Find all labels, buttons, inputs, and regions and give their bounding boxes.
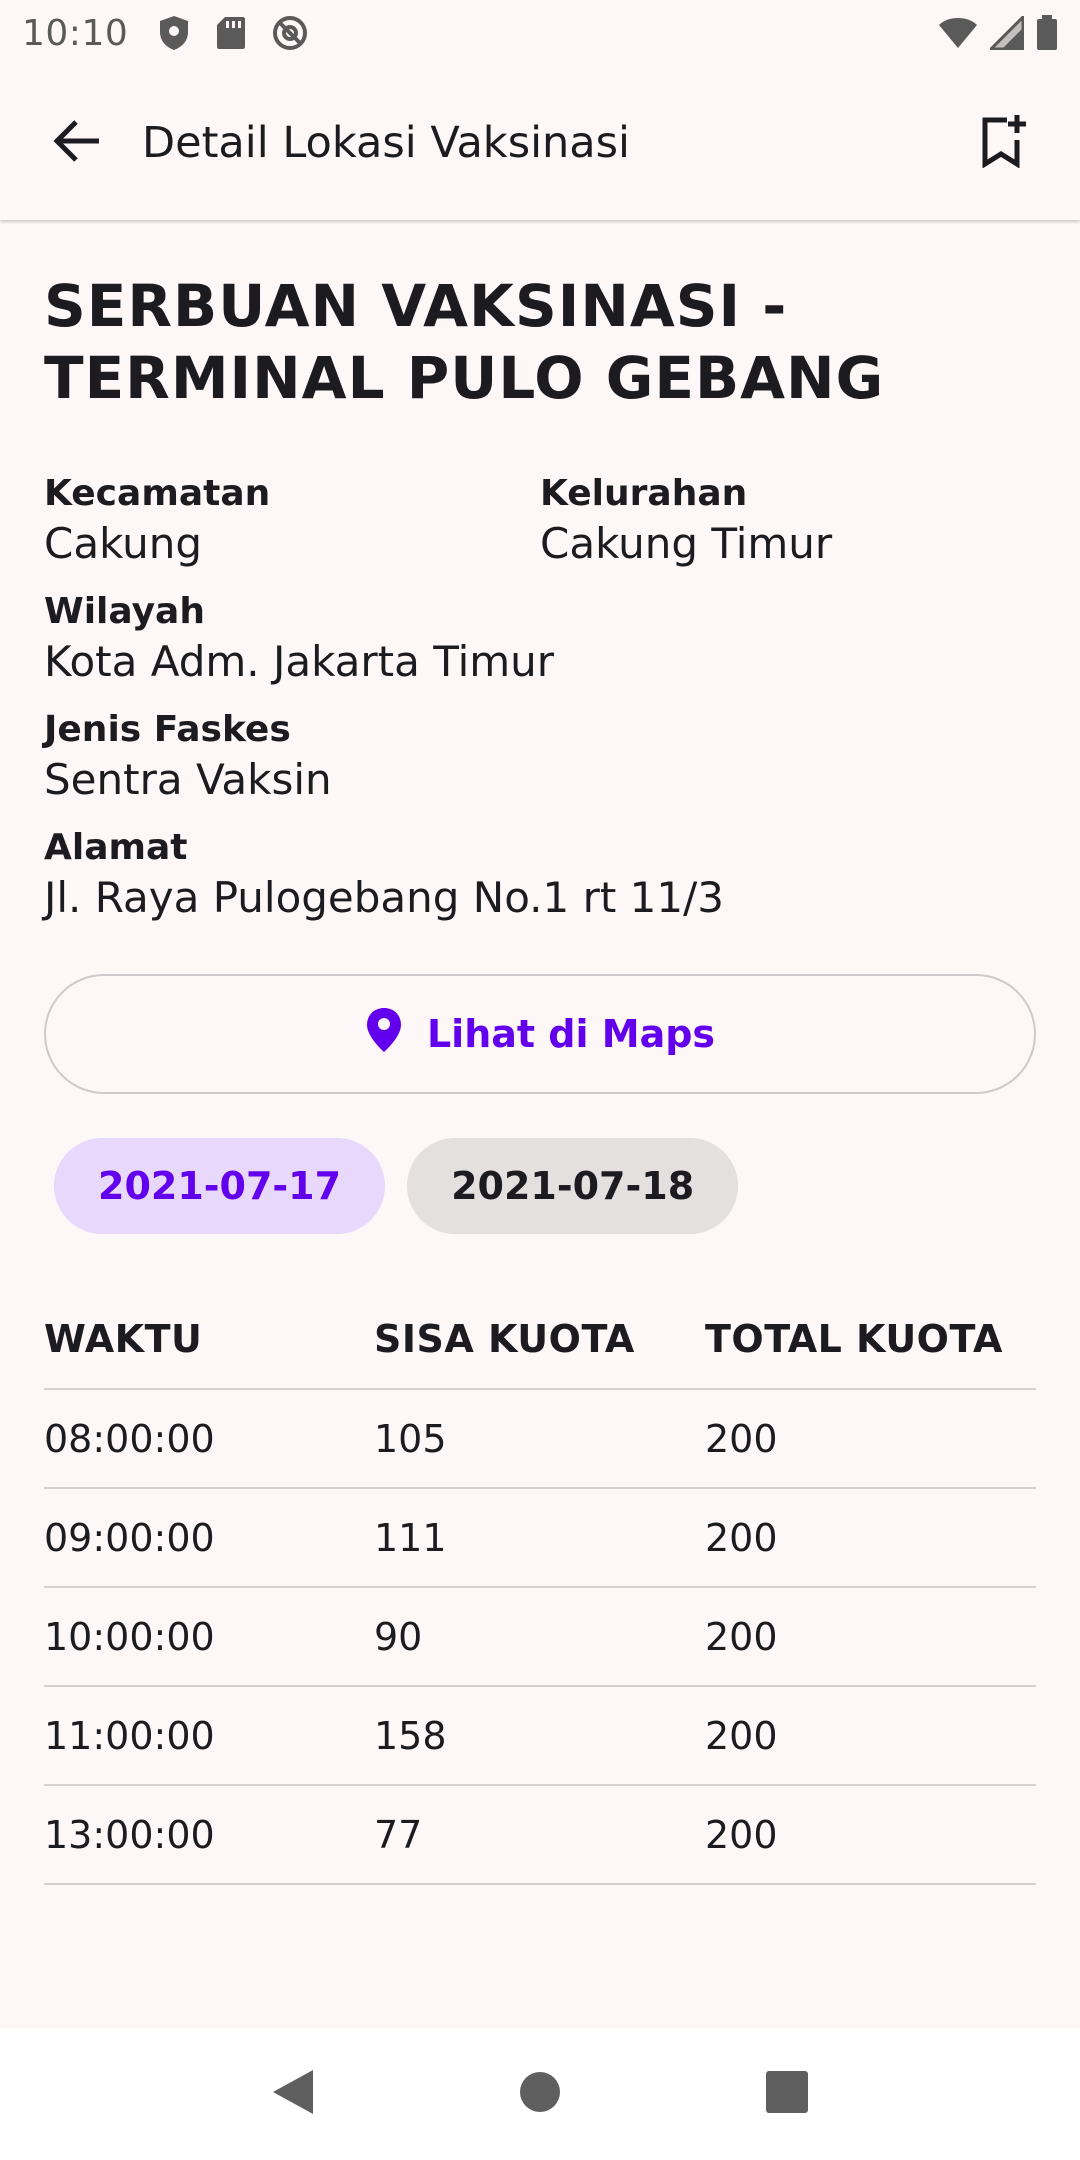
date-chips: 2021-07-17 2021-07-18	[54, 1138, 1036, 1234]
cell-total-kuota: 200	[705, 1713, 778, 1758]
nav-recents-button[interactable]	[742, 2049, 832, 2139]
system-nav-bar	[0, 2028, 1080, 2160]
location-name: SERBUAN VAKSINASI - TERMINAL PULO GEBANG	[44, 272, 885, 412]
location-detail: SERBUAN VAKSINASI - TERMINAL PULO GEBANG…	[44, 270, 1036, 1885]
sd-card-icon	[216, 16, 246, 50]
nav-back-button[interactable]	[248, 2049, 338, 2139]
kecamatan-value: Cakung	[44, 519, 202, 568]
jenis-faskes-label: Jenis Faskes	[44, 709, 291, 750]
location-pin-icon	[365, 1007, 403, 1062]
arrow-back-icon	[52, 119, 102, 167]
cell-waktu: 11:00:00	[44, 1713, 215, 1758]
cell-sisa-kuota: 158	[374, 1713, 447, 1758]
at-sign-icon	[272, 15, 308, 51]
status-icons-left	[158, 15, 308, 51]
header-waktu: WAKTU	[44, 1317, 203, 1361]
header-sisa-kuota: SISA KUOTA	[374, 1317, 635, 1361]
cell-sisa-kuota: 90	[374, 1614, 423, 1659]
date-chip[interactable]: 2021-07-18	[407, 1138, 739, 1234]
cell-waktu: 09:00:00	[44, 1515, 215, 1560]
battery-icon	[1036, 15, 1058, 51]
table-row: 11:00:00 158 200	[44, 1687, 1036, 1786]
wifi-icon	[938, 17, 978, 49]
table-header-row: WAKTU SISA KUOTA TOTAL KUOTA	[44, 1290, 1036, 1390]
quota-table: WAKTU SISA KUOTA TOTAL KUOTA 08:00:00 10…	[44, 1290, 1036, 1885]
table-row: 08:00:00 105 200	[44, 1390, 1036, 1489]
cell-waktu: 10:00:00	[44, 1614, 215, 1659]
wilayah-value: Kota Adm. Jakarta Timur	[44, 637, 555, 686]
table-row: 10:00:00 90 200	[44, 1588, 1036, 1687]
status-icons-right	[938, 15, 1058, 51]
header-total-kuota: TOTAL KUOTA	[705, 1317, 1003, 1361]
cell-total-kuota: 200	[705, 1812, 778, 1857]
kecamatan-field: Kecamatan Cakung	[44, 472, 540, 572]
cell-sisa-kuota: 105	[374, 1416, 447, 1461]
jenis-faskes-field: Jenis Faskes Sentra Vaksin	[44, 708, 1036, 808]
nav-back-icon	[271, 2068, 315, 2120]
cell-sisa-kuota: 111	[374, 1515, 447, 1560]
nav-recents-icon	[765, 2070, 809, 2118]
status-bar: 10:10	[0, 0, 1080, 66]
alamat-value: Jl. Raya Pulogebang No.1 rt 11/3	[44, 873, 724, 922]
screen: 10:10 Detail Lokasi Vaksinasi SERBUAN VA…	[0, 0, 1080, 2160]
jenis-faskes-value: Sentra Vaksin	[44, 755, 332, 804]
page-title: Detail Lokasi Vaksinasi	[142, 118, 630, 168]
alamat-field: Alamat Jl. Raya Pulogebang No.1 rt 11/3	[44, 826, 1036, 926]
table-row: 13:00:00 77 200	[44, 1786, 1036, 1885]
kelurahan-field: Kelurahan Cakung Timur	[540, 472, 1036, 572]
app-bar: Detail Lokasi Vaksinasi	[0, 66, 1080, 220]
wilayah-label: Wilayah	[44, 591, 205, 632]
cell-sisa-kuota: 77	[374, 1812, 423, 1857]
back-button[interactable]	[40, 106, 114, 180]
cell-total-kuota: 200	[705, 1515, 778, 1560]
date-chip-selected[interactable]: 2021-07-17	[54, 1138, 386, 1234]
kecamatan-kelurahan-row: Kecamatan Cakung Kelurahan Cakung Timur	[44, 472, 1036, 572]
kelurahan-value: Cakung Timur	[540, 519, 833, 568]
kecamatan-label: Kecamatan	[44, 473, 271, 514]
kelurahan-label: Kelurahan	[540, 473, 748, 514]
wilayah-field: Wilayah Kota Adm. Jakarta Timur	[44, 590, 1036, 690]
view-on-maps-label: Lihat di Maps	[426, 1012, 716, 1056]
cell-total-kuota: 200	[705, 1614, 778, 1659]
bookmark-add-icon	[979, 114, 1027, 172]
nav-home-button[interactable]	[495, 2049, 585, 2139]
cell-total-kuota: 200	[705, 1416, 778, 1461]
bookmark-add-button[interactable]	[966, 106, 1040, 180]
cell-waktu: 13:00:00	[44, 1812, 215, 1857]
alamat-label: Alamat	[44, 827, 188, 868]
shield-icon	[158, 15, 190, 51]
signal-icon	[990, 16, 1024, 50]
status-time: 10:10	[22, 12, 129, 54]
table-row: 09:00:00 111 200	[44, 1489, 1036, 1588]
cell-waktu: 08:00:00	[44, 1416, 215, 1461]
view-on-maps-button[interactable]: Lihat di Maps	[44, 974, 1036, 1094]
nav-home-icon	[518, 2070, 562, 2118]
